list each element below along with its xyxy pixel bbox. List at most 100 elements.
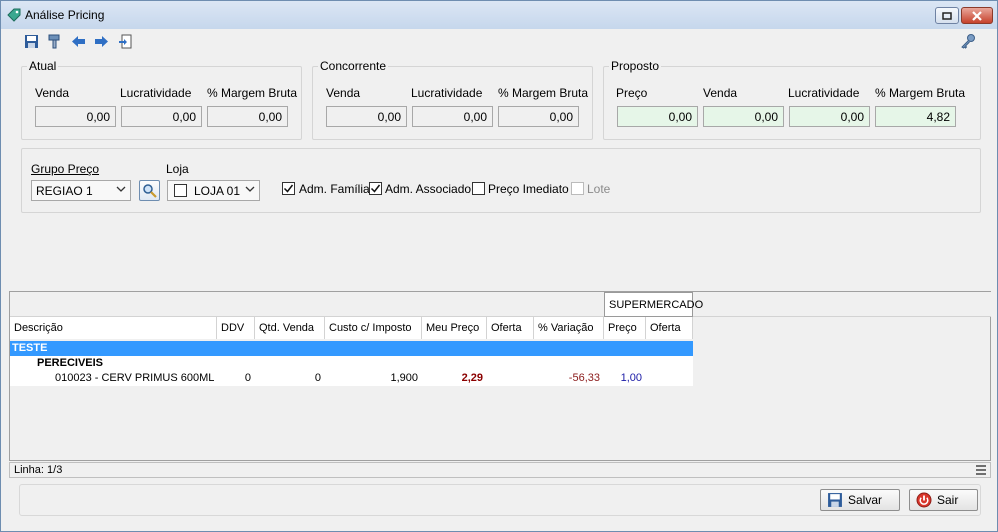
adm-familia-label: Adm. Família	[299, 182, 370, 196]
adm-associado-checkbox[interactable]	[369, 182, 382, 195]
grupo-preco-select[interactable]: REGIAO 1	[31, 180, 131, 201]
item-qtd-venda: 0	[314, 372, 321, 384]
check-icon	[283, 184, 294, 193]
concorrente-venda-label: Venda	[326, 86, 361, 100]
subgroup-row-label: PERECIVEIS	[37, 357, 104, 369]
window-title: Análise Pricing	[25, 8, 105, 22]
loja-checkbox[interactable]	[174, 184, 187, 197]
item-custo: 1,900	[390, 372, 418, 384]
concorrente-margem-label: % Margem Bruta	[498, 86, 589, 100]
pricing-grid: SUPERMERCADO Descrição DDV Qtd. Venda Cu…	[9, 291, 991, 461]
col-descricao[interactable]: Descrição	[10, 317, 217, 339]
item-meu-preco: 2,29	[461, 372, 483, 384]
loja-label: Loja	[166, 162, 189, 176]
sair-button[interactable]: Sair	[909, 489, 978, 511]
linha-indicator: Linha: 1/3	[14, 464, 63, 476]
restore-button[interactable]	[935, 7, 959, 24]
button-bar: Salvar Sair	[19, 484, 981, 516]
col-variacao[interactable]: % Variação	[534, 317, 604, 339]
close-icon	[972, 10, 982, 21]
adm-familia-checkbox[interactable]	[282, 182, 295, 195]
proposto-legend: Proposto	[611, 59, 660, 73]
export-tool-button[interactable]	[116, 32, 134, 50]
item-descricao: 010023 - CERV PRIMUS 600ML	[55, 372, 215, 384]
item-ddv: 0	[244, 372, 251, 384]
preco-imediato-label: Preço Imediato	[488, 182, 569, 196]
key-icon	[961, 34, 975, 49]
floppy-disk-icon	[24, 34, 38, 48]
concorrente-lucratividade-field[interactable]: 0,00	[412, 106, 493, 127]
atual-venda-label: Venda	[35, 86, 70, 100]
table-row-group[interactable]: TESTE	[10, 341, 693, 356]
preco-imediato-checkbox[interactable]	[472, 182, 485, 195]
concorrente-margem-field[interactable]: 0,00	[498, 106, 579, 127]
grupo-preco-value: REGIAO 1	[36, 184, 93, 198]
concorrente-legend: Concorrente	[320, 59, 387, 73]
arrow-right-icon	[94, 35, 108, 47]
save-tool-button[interactable]	[22, 32, 40, 50]
proposto-preco-field[interactable]: 0,00	[617, 106, 698, 127]
magnifier-icon	[143, 184, 157, 198]
salvar-button[interactable]: Salvar	[820, 489, 900, 511]
grupo-preco-label: Grupo Preço	[31, 162, 100, 176]
lote-checkbox[interactable]	[571, 182, 584, 195]
proposto-margem-label: % Margem Bruta	[875, 86, 966, 100]
col-meu-preco[interactable]: Meu Preço	[422, 317, 487, 339]
hamburger-menu-icon	[976, 465, 986, 475]
proposto-lucratividade-field[interactable]: 0,00	[789, 106, 870, 127]
arrow-left-icon	[71, 35, 85, 47]
group-row-label: TESTE	[12, 342, 48, 354]
key-tool-button[interactable]	[959, 32, 977, 50]
filter-tool-button[interactable]	[45, 32, 63, 50]
restore-icon	[942, 11, 952, 20]
proposto-preco-label: Preço	[616, 86, 648, 100]
col-oferta-super[interactable]: Oferta	[646, 317, 693, 339]
forward-tool-button[interactable]	[92, 32, 110, 50]
item-variacao: -56,33	[568, 372, 600, 384]
proposto-venda-field[interactable]: 0,00	[703, 106, 784, 127]
col-preco-super[interactable]: Preço	[604, 317, 646, 339]
concorrente-lucratividade-label: Lucratividade	[411, 86, 483, 100]
chevron-down-icon	[245, 186, 255, 192]
search-grupo-button[interactable]	[139, 180, 160, 201]
sair-label: Sair	[937, 493, 959, 507]
brush-filter-icon	[48, 34, 59, 48]
close-button[interactable]	[961, 7, 993, 24]
proposto-venda-label: Venda	[703, 86, 738, 100]
concorrente-venda-field[interactable]: 0,00	[326, 106, 407, 127]
analise-pricing-window: Análise Pricing Atual Venda Lucratividad…	[0, 0, 998, 532]
document-export-icon	[118, 34, 131, 48]
item-preco-super: 1,00	[620, 372, 642, 384]
floppy-disk-icon	[828, 493, 842, 507]
supermercado-group-header: SUPERMERCADO	[604, 292, 703, 317]
salvar-label: Salvar	[848, 493, 883, 507]
lote-label: Lote	[587, 182, 611, 196]
col-ddv[interactable]: DDV	[217, 317, 255, 339]
chevron-down-icon	[116, 186, 126, 192]
back-tool-button[interactable]	[69, 32, 87, 50]
atual-margem-field[interactable]: 0,00	[207, 106, 288, 127]
atual-venda-field[interactable]: 0,00	[35, 106, 116, 127]
col-oferta[interactable]: Oferta	[487, 317, 534, 339]
col-qtd-venda[interactable]: Qtd. Venda	[255, 317, 325, 339]
proposto-margem-field[interactable]: 4,82	[875, 106, 956, 127]
table-row-subgroup[interactable]: PERECIVEIS	[10, 356, 693, 371]
adm-associado-label: Adm. Associado	[385, 182, 472, 196]
col-custo-imposto[interactable]: Custo c/ Imposto	[325, 317, 422, 339]
pricing-app-icon	[7, 8, 21, 22]
toolbar	[9, 29, 991, 55]
loja-select[interactable]: LOJA 01	[167, 180, 260, 201]
grid-group-header-row	[10, 292, 991, 317]
proposto-lucratividade-label: Lucratividade	[788, 86, 860, 100]
title-bar: Análise Pricing	[1, 1, 997, 29]
exit-icon	[916, 492, 932, 508]
grid-menu-button[interactable]	[974, 463, 988, 477]
atual-margem-label: % Margem Bruta	[207, 86, 298, 100]
check-icon	[370, 184, 381, 193]
main-content: Atual Venda Lucratividade % Margem Bruta…	[9, 29, 991, 531]
loja-value: LOJA 01	[194, 184, 241, 198]
table-row[interactable]: 010023 - CERV PRIMUS 600ML 0 0 1,900 2,2…	[10, 371, 693, 386]
atual-legend: Atual	[29, 59, 57, 73]
atual-lucratividade-field[interactable]: 0,00	[121, 106, 202, 127]
atual-lucratividade-label: Lucratividade	[120, 86, 192, 100]
